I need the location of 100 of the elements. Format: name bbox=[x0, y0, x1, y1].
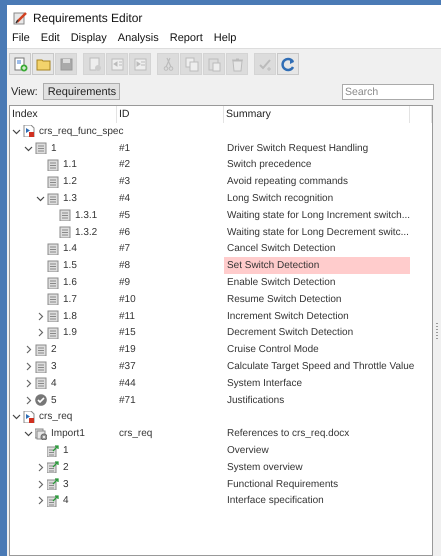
index-text: crs_req bbox=[39, 411, 72, 422]
table-cell[interactable]: Overview bbox=[224, 442, 410, 459]
column-header[interactable]: Index bbox=[10, 106, 117, 123]
index-text: 1.3.2 bbox=[75, 226, 98, 238]
collapse-chevron-icon[interactable] bbox=[24, 429, 33, 438]
index-text: 4 bbox=[51, 378, 57, 389]
expand-chevron-icon[interactable] bbox=[24, 362, 33, 372]
document-icon bbox=[59, 209, 71, 222]
index-text: 4 bbox=[63, 495, 69, 506]
table-cell-text: #2 bbox=[118, 158, 132, 172]
table-cell-text: #5 bbox=[118, 208, 132, 223]
document-icon bbox=[47, 176, 59, 188]
document-link-icon bbox=[47, 494, 59, 507]
table-cell[interactable]: Resume Switch Detection bbox=[224, 290, 410, 308]
table-cell-text: #7 bbox=[118, 242, 132, 256]
table-cell-text: #11 bbox=[118, 310, 136, 324]
table-cell[interactable]: Increment Switch Detection bbox=[224, 308, 410, 325]
expand-chevron-icon[interactable] bbox=[36, 312, 45, 321]
table-cell[interactable]: Enable Switch Detection bbox=[224, 274, 410, 291]
table-cell-text: #1 bbox=[118, 142, 132, 156]
menu-item[interactable]: Analysis bbox=[118, 32, 159, 44]
expand-chevron-icon[interactable] bbox=[24, 345, 33, 354]
folder-button[interactable] bbox=[32, 53, 54, 75]
save-icon bbox=[58, 56, 74, 72]
document-link-icon bbox=[47, 444, 59, 457]
table-cell[interactable]: System overview bbox=[224, 458, 410, 476]
expand-chevron-icon[interactable] bbox=[36, 328, 45, 338]
index-text: 3 bbox=[63, 478, 69, 490]
table-cell[interactable]: System Interface bbox=[224, 374, 410, 392]
table-cell[interactable]: Switch precedence bbox=[224, 156, 410, 174]
table-cell-text: #9 bbox=[118, 276, 132, 290]
table-cell[interactable]: Driver Switch Request Handling bbox=[224, 140, 410, 157]
collapse-chevron-icon[interactable] bbox=[12, 412, 21, 422]
table-cell-text: #44 bbox=[118, 376, 137, 391]
expand-chevron-icon[interactable] bbox=[36, 496, 45, 506]
table-cell[interactable]: Avoid repeating commands bbox=[224, 173, 410, 190]
document-icon bbox=[47, 242, 59, 255]
menu-item[interactable]: Report bbox=[170, 32, 203, 44]
table-cell-text: #19 bbox=[118, 343, 137, 358]
expand-chevron-icon[interactable] bbox=[24, 396, 33, 405]
table-cell-text: crs_req bbox=[118, 427, 154, 442]
document-icon bbox=[47, 310, 59, 322]
collapse-chevron-icon[interactable] bbox=[24, 144, 33, 153]
document-gear-icon bbox=[35, 428, 47, 440]
expand-chevron-icon[interactable] bbox=[36, 462, 45, 472]
document-icon bbox=[59, 226, 71, 238]
table-cell[interactable]: Functional Requirements bbox=[224, 476, 410, 493]
splitter-handle[interactable] bbox=[436, 322, 438, 338]
expand-chevron-icon[interactable] bbox=[24, 378, 33, 388]
table-cell[interactable]: Decrement Switch Detection bbox=[224, 324, 410, 342]
document-icon bbox=[35, 377, 47, 390]
document-link-icon bbox=[47, 461, 59, 474]
refresh-button[interactable] bbox=[277, 53, 299, 75]
column-header[interactable]: Summary bbox=[224, 106, 410, 123]
menu-item[interactable]: Help bbox=[214, 32, 236, 44]
search-field[interactable]: Search bbox=[342, 84, 434, 100]
index-text: Import1 bbox=[51, 428, 85, 440]
document-icon bbox=[35, 344, 47, 356]
collapse-chevron-icon[interactable] bbox=[36, 194, 45, 204]
table-cell-text: #10 bbox=[118, 292, 137, 307]
window-title: Requirements Editor bbox=[33, 10, 142, 24]
table-cell[interactable]: References to crs_req.docx bbox=[224, 425, 410, 442]
document-icon bbox=[47, 158, 59, 171]
clipboard-icon bbox=[206, 56, 222, 72]
column-header[interactable]: ID bbox=[117, 106, 224, 123]
indent-icon bbox=[132, 56, 148, 72]
index-text: 1 bbox=[63, 445, 69, 456]
collapse-chevron-icon[interactable] bbox=[12, 126, 21, 136]
index-text: 1.5 bbox=[63, 260, 77, 272]
new-document-icon bbox=[12, 56, 28, 72]
table-cell-text: #8 bbox=[118, 259, 132, 274]
copy-icon bbox=[182, 56, 200, 72]
index-text: 1.6 bbox=[63, 277, 77, 288]
table-cell-text: #4 bbox=[118, 192, 132, 206]
refresh-icon bbox=[280, 56, 296, 72]
outdent-icon bbox=[108, 56, 126, 72]
menu-item[interactable]: Display bbox=[70, 32, 107, 44]
menu-item[interactable]: File bbox=[12, 32, 30, 44]
table-cell[interactable]: Waiting state for Long Increment switch... bbox=[224, 206, 410, 224]
specification-file-icon bbox=[23, 125, 35, 138]
table-cell[interactable]: Set Switch Detection bbox=[224, 257, 410, 274]
menu-item[interactable]: Edit bbox=[40, 32, 60, 44]
expand-chevron-icon[interactable] bbox=[36, 480, 45, 489]
document-icon bbox=[35, 360, 47, 373]
document-icon bbox=[47, 192, 59, 205]
index-text: 1.8 bbox=[63, 310, 77, 322]
table-cell[interactable]: Cruise Control Mode bbox=[224, 341, 410, 358]
app-icon bbox=[13, 10, 27, 24]
view-label: View: bbox=[11, 86, 38, 98]
index-text: 2 bbox=[51, 344, 57, 356]
new-document-button[interactable] bbox=[9, 53, 31, 75]
table-cell[interactable]: Cancel Switch Detection bbox=[224, 240, 410, 258]
index-text: 1 bbox=[51, 142, 57, 154]
table-cell[interactable]: Long Switch recognition bbox=[224, 190, 410, 207]
view-dropdown[interactable]: Requirements bbox=[42, 83, 120, 100]
table-cell[interactable]: Interface specification bbox=[224, 492, 410, 510]
document-icon bbox=[35, 142, 47, 154]
table-cell[interactable]: Waiting state for Long Decrement switc... bbox=[224, 224, 410, 241]
table-cell-text: #15 bbox=[118, 326, 137, 340]
table-cell[interactable]: Justifications bbox=[224, 392, 410, 409]
